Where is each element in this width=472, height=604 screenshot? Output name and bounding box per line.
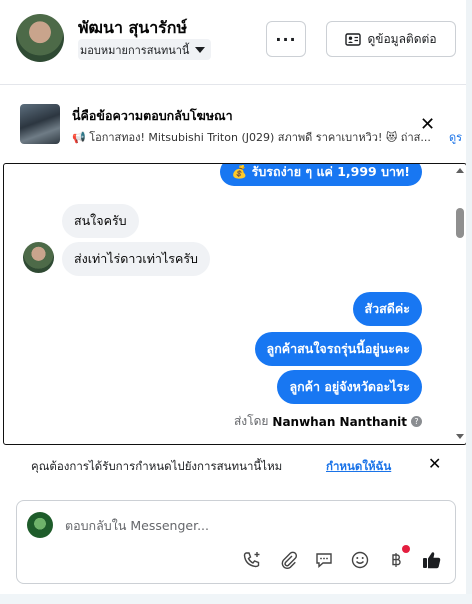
message-bubble-outgoing: สัวสดีค่ะ <box>352 292 422 326</box>
caret-down-icon <box>195 46 206 53</box>
view-contact-button[interactable]: ดูข้อมูลติดต่อ <box>326 21 456 57</box>
more-options-button[interactable]: ··· <box>266 21 306 57</box>
message-bubble-incoming: ส่งเท่าไร่ดาวเท่าไรครับ <box>62 242 210 276</box>
view-contact-label: ดูข้อมูลติดต่อ <box>367 31 437 46</box>
contact-name[interactable]: พัฒนา สุนารักษ์ <box>78 16 187 41</box>
ad-description: 📢 โอกาสทอง! Mitsubishi Triton (J029) สภา… <box>72 131 431 144</box>
scrollbar-thumb[interactable] <box>456 208 464 238</box>
chat-bubble-icon[interactable] <box>313 549 335 571</box>
ellipsis-icon: ··· <box>275 29 297 49</box>
ad-reply-title: นี่คือข้อความตอบกลับโฆษณา <box>72 108 233 123</box>
message-composer[interactable]: ตอบกลับใน Messenger... <box>16 500 456 584</box>
close-icon[interactable]: ✕ <box>420 114 435 135</box>
ad-view-link[interactable]: ดูร <box>449 128 462 146</box>
contact-card-icon <box>345 32 362 46</box>
ad-reply-banner: นี่คือข้อความตอบกลับโฆษณา 📢 โอกาสทอง! Mi… <box>0 84 472 162</box>
attachment-icon[interactable] <box>277 549 299 571</box>
message-bubble-incoming: สนใจครับ <box>62 204 139 238</box>
assign-label: มอบหมายการสนทนานี้ <box>80 43 190 57</box>
message-bubble-outgoing: 💰 รับรถง่าย ๆ แค่ 1,999 บาท! <box>219 164 422 186</box>
message-bubble-outgoing: ลูกค้าสนใจรถรุ่นนี้อยู่นะคะ <box>254 332 422 366</box>
sent-by-name: Nanwhan Nanthanit <box>272 414 407 429</box>
assign-conversation-dropdown[interactable]: มอบหมายการสนทนานี้ <box>78 39 212 60</box>
assign-prompt-bar: คุณต้องการได้รับการกำหนดไปยังการสนทนานี้… <box>0 446 472 488</box>
assign-question: คุณต้องการได้รับการกำหนดไปยังการสนทนานี้… <box>31 459 283 473</box>
scrollbar[interactable] <box>454 164 466 444</box>
contact-avatar[interactable] <box>16 14 64 62</box>
reply-input[interactable]: ตอบกลับใน Messenger... <box>65 516 209 536</box>
sent-by-label: ส่งโดย Nanwhan Nanthanit ? <box>234 412 422 431</box>
scroll-down-arrow-icon[interactable] <box>456 434 464 439</box>
thumbs-up-icon[interactable] <box>421 549 443 571</box>
page-avatar <box>27 512 53 538</box>
window-edge <box>466 0 472 604</box>
bottom-strip <box>0 594 472 604</box>
ad-thumbnail[interactable] <box>20 104 60 144</box>
message-thread[interactable]: 💰 รับรถง่าย ๆ แค่ 1,999 บาท! สนใจครับ ส่… <box>3 163 467 445</box>
info-icon[interactable]: ? <box>411 416 422 427</box>
assign-to-me-link[interactable]: กำหนดให้ฉัน <box>326 458 391 476</box>
notification-dot <box>402 545 410 553</box>
call-add-icon[interactable] <box>241 549 263 571</box>
contact-avatar-small <box>23 242 54 273</box>
sent-by-prefix: ส่งโดย <box>233 414 269 428</box>
conversation-header: พัฒนา สุนารักษ์ มอบหมายการสนทนานี้ ··· ด… <box>0 0 472 85</box>
message-bubble-outgoing: ลูกค้า อยู่จังหวัดอะไระ <box>277 370 422 404</box>
emoji-icon[interactable] <box>349 549 371 571</box>
close-icon[interactable]: ✕ <box>428 454 441 473</box>
scroll-up-arrow-icon[interactable] <box>456 168 464 173</box>
